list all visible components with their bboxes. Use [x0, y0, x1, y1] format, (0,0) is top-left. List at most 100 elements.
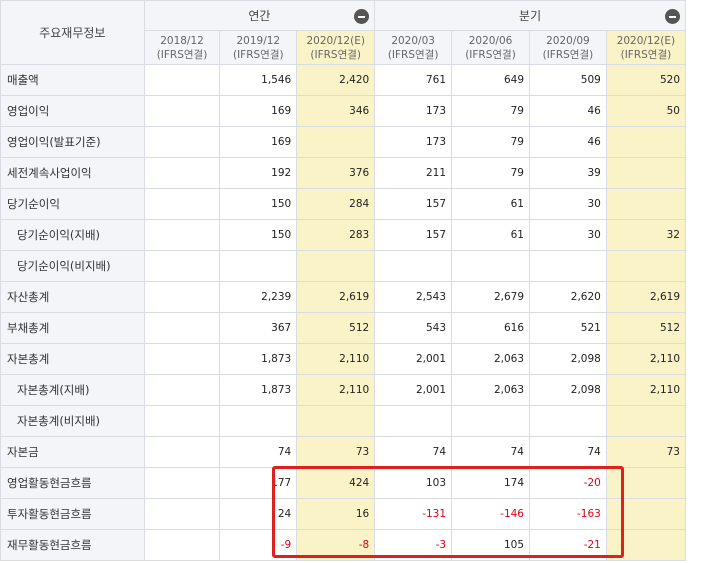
table-cell: 616	[451, 312, 530, 344]
table-cell: 39	[529, 157, 607, 189]
table-cell: 74	[374, 436, 453, 468]
table-row: 당기순이익 150 284 157 61 30	[0, 188, 687, 220]
table-cell: 173	[374, 95, 453, 127]
table-cell	[143, 467, 221, 499]
row-label: 재무활동현금흐름	[0, 529, 145, 561]
table-cell: 150	[219, 219, 298, 251]
table-cell: -163	[529, 498, 607, 530]
period-date: 2020/09	[546, 34, 590, 47]
table-cell	[605, 405, 687, 437]
table-cell: 2,620	[529, 281, 607, 313]
scroll-gutter	[690, 0, 703, 563]
table-cell: 2,063	[451, 343, 530, 375]
table-cell: 2,001	[374, 343, 453, 375]
period-header: 2019/12 (IFRS연결)	[219, 30, 298, 65]
table-cell: 61	[451, 219, 530, 251]
table-cell: 73	[296, 436, 376, 468]
collapse-quarterly-icon[interactable]	[665, 9, 680, 24]
table-cell: 2,063	[451, 374, 530, 406]
table-cell	[143, 95, 221, 127]
table-cell	[605, 250, 687, 282]
table-cell: -20	[529, 467, 607, 499]
table-cell: -131	[374, 498, 453, 530]
table-row: 자본총계 1,873 2,110 2,001 2,063 2,098 2,110	[0, 343, 687, 375]
table-row: 부채총계 367 512 543 616 521 512	[0, 312, 687, 344]
table-cell: 150	[219, 188, 298, 220]
annual-group-label: 연간	[248, 9, 271, 23]
table-cell	[143, 219, 221, 251]
annual-group-header: 연간	[143, 0, 376, 31]
table-row: 세전계속사업이익 192 376 211 79 39	[0, 157, 687, 189]
collapse-annual-icon[interactable]	[354, 9, 370, 24]
row-label: 자산총계	[0, 281, 145, 313]
period-basis: (IFRS연결)	[620, 48, 672, 61]
table-cell: 73	[605, 436, 687, 468]
table-row: 영업이익 169 346 173 79 46 50	[0, 95, 687, 127]
table-cell: 376	[296, 157, 376, 189]
table-cell	[219, 405, 298, 437]
row-label: 영업이익(발표기준)	[0, 126, 145, 158]
table-row: 자본금 74 73 74 74 74 73	[0, 436, 687, 468]
table-cell	[605, 529, 687, 561]
row-label: 자본총계(지배)	[0, 374, 145, 406]
table-cell: -9	[219, 529, 298, 561]
table-cell	[143, 343, 221, 375]
table-row: 자본총계(비지배)	[0, 405, 687, 437]
table-cell	[143, 157, 221, 189]
table-cell: -3	[374, 529, 453, 561]
table-cell	[143, 281, 221, 313]
table-cell: 50	[605, 95, 687, 127]
table-cell	[143, 312, 221, 344]
row-label: 매출액	[0, 64, 145, 96]
row-label: 세전계속사업이익	[0, 157, 145, 189]
table-cell	[605, 157, 687, 189]
table-cell: 2,110	[296, 374, 376, 406]
table-cell: 174	[451, 467, 530, 499]
table-cell: 521	[529, 312, 607, 344]
period-basis: (IFRS연결)	[232, 48, 284, 61]
period-basis: (IFRS연결)	[387, 48, 439, 61]
table-cell: 74	[451, 436, 530, 468]
row-label: 자본총계	[0, 343, 145, 375]
table-cell: 79	[451, 95, 530, 127]
table-cell	[143, 188, 221, 220]
period-date: 2020/03	[391, 34, 435, 47]
table-cell: 2,239	[219, 281, 298, 313]
period-header: 2020/12(E) (IFRS연결)	[296, 30, 376, 65]
period-header: 2020/12(E) (IFRS연결)	[605, 30, 687, 65]
period-basis: (IFRS연결)	[542, 48, 594, 61]
table-cell: -21	[529, 529, 607, 561]
table-cell: 649	[451, 64, 530, 96]
table-corner-title: 주요재무정보	[0, 0, 145, 65]
period-basis: (IFRS연결)	[310, 48, 362, 61]
row-label: 자본총계(비지배)	[0, 405, 145, 437]
table-cell: 2,619	[605, 281, 687, 313]
period-basis: (IFRS연결)	[156, 48, 208, 61]
table-cell	[605, 498, 687, 530]
table-cell: 2,098	[529, 343, 607, 375]
table-cell: 157	[374, 188, 453, 220]
table-cell: 346	[296, 95, 376, 127]
table-cell: 105	[451, 529, 530, 561]
table-row: 재무활동현금흐름 -9 -8 -3 105 -21	[0, 529, 687, 561]
table-cell: 2,619	[296, 281, 376, 313]
table-cell: 24	[219, 498, 298, 530]
table-cell	[143, 405, 221, 437]
table-cell	[605, 126, 687, 158]
table-cell: 283	[296, 219, 376, 251]
table-cell: 61	[451, 188, 530, 220]
table-cell: 2,110	[605, 374, 687, 406]
table-cell	[374, 250, 453, 282]
row-label: 당기순이익(지배)	[0, 219, 145, 251]
table-cell: 30	[529, 188, 607, 220]
table-cell: 543	[374, 312, 453, 344]
table-row: 당기순이익(지배) 150 283 157 61 30 32	[0, 219, 687, 251]
table-cell	[529, 250, 607, 282]
table-cell: 79	[451, 157, 530, 189]
period-header: 2020/09 (IFRS연결)	[529, 30, 607, 65]
table-cell: 173	[374, 126, 453, 158]
table-cell	[143, 126, 221, 158]
table-cell: 16	[296, 498, 376, 530]
table-cell: 2,110	[296, 343, 376, 375]
table-cell: 157	[374, 219, 453, 251]
